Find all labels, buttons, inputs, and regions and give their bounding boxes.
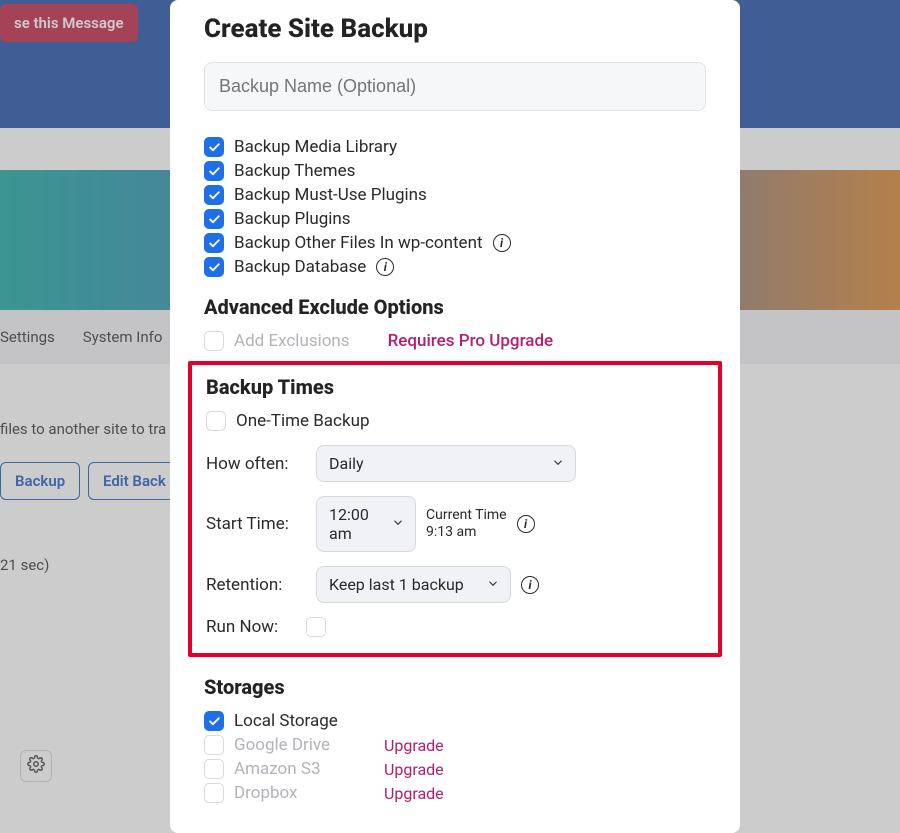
stat-line: 21 sec) xyxy=(0,556,49,574)
checkbox-database-label: Backup Database xyxy=(234,257,366,277)
nav-settings[interactable]: Settings xyxy=(0,328,55,346)
backup-name-input[interactable] xyxy=(204,62,706,111)
upgrade-link-dropbox[interactable]: Upgrade xyxy=(384,784,444,803)
advanced-exclude-heading: Advanced Exclude Options xyxy=(204,295,706,319)
start-time-value: 12:00 am xyxy=(329,505,387,543)
checkbox-add-exclusions xyxy=(204,331,224,351)
upgrade-link-gdrive[interactable]: Upgrade xyxy=(384,736,444,755)
start-time-label: Start Time: xyxy=(206,514,306,534)
checkbox-themes[interactable] xyxy=(204,161,224,181)
dismiss-message-button[interactable]: se this Message xyxy=(0,4,138,42)
checkbox-run-now[interactable] xyxy=(306,617,326,637)
how-often-label: How often: xyxy=(206,454,306,474)
checkbox-mu-plugins[interactable] xyxy=(204,185,224,205)
backup-times-section: Backup Times One-Time Backup How often: … xyxy=(188,361,722,657)
how-often-select[interactable]: Daily xyxy=(316,445,576,482)
backup-times-heading: Backup Times xyxy=(206,375,704,399)
gear-icon xyxy=(27,755,45,777)
checkbox-media-label: Backup Media Library xyxy=(234,137,397,157)
checkbox-storage-s3 xyxy=(204,759,224,779)
how-often-value: Daily xyxy=(329,454,364,473)
chevron-down-icon xyxy=(551,454,565,473)
info-icon[interactable]: i xyxy=(493,234,511,252)
check-icon xyxy=(208,165,221,178)
storages-heading: Storages xyxy=(204,675,706,699)
settings-gear-button[interactable] xyxy=(20,750,52,782)
check-icon xyxy=(208,261,221,274)
current-time-label: Current Time xyxy=(426,507,507,524)
checkbox-themes-label: Backup Themes xyxy=(234,161,355,181)
create-backup-modal: Create Site Backup Backup Media Library … xyxy=(170,0,740,833)
checkbox-other-wpcontent-label: Backup Other Files In wp-content xyxy=(234,233,483,253)
check-icon xyxy=(208,141,221,154)
check-icon xyxy=(208,237,221,250)
checkbox-database[interactable] xyxy=(204,257,224,277)
storage-dropbox-label: Dropbox xyxy=(234,783,374,803)
checkbox-storage-dropbox xyxy=(204,783,224,803)
checkbox-storage-gdrive xyxy=(204,735,224,755)
retention-select[interactable]: Keep last 1 backup xyxy=(316,566,511,603)
info-icon[interactable]: i xyxy=(517,515,535,533)
checkbox-media[interactable] xyxy=(204,137,224,157)
modal-title: Create Site Backup xyxy=(204,14,706,44)
start-time-select[interactable]: 12:00 am xyxy=(316,496,416,552)
info-icon[interactable]: i xyxy=(376,258,394,276)
check-icon xyxy=(208,213,221,226)
checkbox-plugins-label: Backup Plugins xyxy=(234,209,351,229)
run-now-label: Run Now: xyxy=(206,617,296,637)
checkbox-other-wpcontent[interactable] xyxy=(204,233,224,253)
checkbox-plugins[interactable] xyxy=(204,209,224,229)
chevron-down-icon xyxy=(486,575,500,594)
retention-value: Keep last 1 backup xyxy=(329,575,464,594)
storage-s3-label: Amazon S3 xyxy=(234,759,374,779)
transfer-hint: files to another site to tra xyxy=(0,420,166,438)
requires-pro-link[interactable]: Requires Pro Upgrade xyxy=(388,331,554,351)
edit-backup-button-bg[interactable]: Edit Back xyxy=(88,462,181,500)
checkbox-mu-plugins-label: Backup Must-Use Plugins xyxy=(234,185,427,205)
current-time-value: 9:13 am xyxy=(426,524,507,541)
checkbox-storage-local[interactable] xyxy=(204,711,224,731)
storage-gdrive-label: Google Drive xyxy=(234,735,374,755)
one-time-backup-label: One-Time Backup xyxy=(236,411,370,431)
check-icon xyxy=(208,189,221,202)
retention-label: Retention: xyxy=(206,575,306,595)
upgrade-link-s3[interactable]: Upgrade xyxy=(384,760,444,779)
checkbox-one-time[interactable] xyxy=(206,411,226,431)
check-icon xyxy=(208,715,221,728)
info-icon[interactable]: i xyxy=(521,576,539,594)
chevron-down-icon xyxy=(391,515,405,534)
storage-local-label: Local Storage xyxy=(234,711,338,731)
add-exclusions-label: Add Exclusions xyxy=(234,331,350,351)
nav-system-info[interactable]: System Info xyxy=(83,328,163,346)
backup-button-bg[interactable]: Backup xyxy=(0,462,80,500)
